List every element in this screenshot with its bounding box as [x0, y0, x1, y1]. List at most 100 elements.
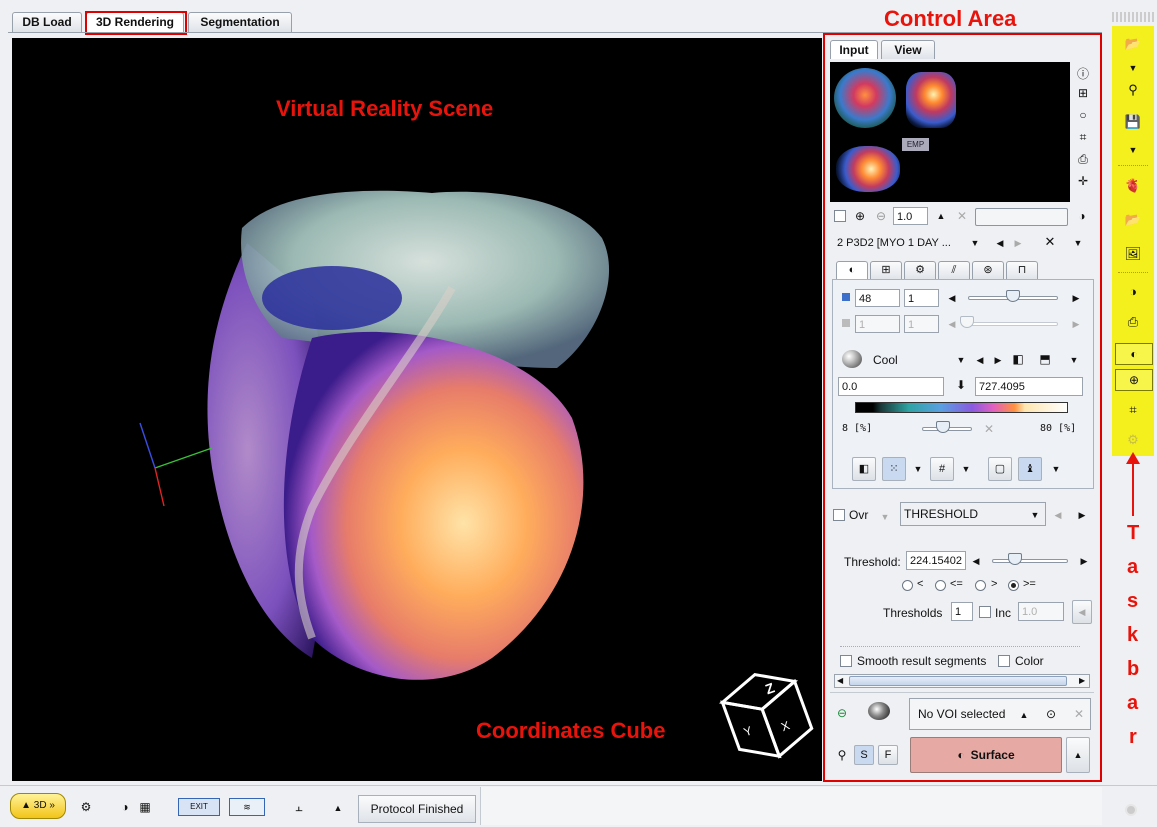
- s-button[interactable]: S: [854, 745, 874, 765]
- colormap-invert-icon[interactable]: ◧: [1010, 352, 1026, 366]
- three-d-button[interactable]: ▲ 3D »: [10, 793, 66, 819]
- tab-fusion[interactable]: ⊛: [972, 261, 1004, 279]
- smooth-checkbox[interactable]: [840, 655, 852, 667]
- scroll-thumb[interactable]: [849, 676, 1067, 686]
- fit-tool-icon[interactable]: ⌗: [1116, 402, 1150, 418]
- thresholds-field[interactable]: 1: [951, 602, 973, 621]
- printer-icon[interactable]: ⎙: [1116, 314, 1150, 330]
- color-checkbox[interactable]: [998, 655, 1010, 667]
- frame-next-icon[interactable]: ▶: [1068, 317, 1084, 331]
- print-icon[interactable]: ⎙: [1075, 152, 1091, 166]
- dots-dropdown-icon[interactable]: ▼: [910, 462, 926, 476]
- colormap-menu-icon[interactable]: ▼: [1066, 353, 1082, 367]
- voi-clear-icon[interactable]: ✕: [1071, 707, 1087, 721]
- fit-icon[interactable]: ⌗: [1075, 130, 1091, 144]
- scroll-left-icon[interactable]: ◀: [837, 675, 843, 687]
- tab-view[interactable]: View: [881, 40, 935, 59]
- circle-icon[interactable]: ○: [1075, 108, 1091, 122]
- tab-segmentation[interactable]: Segmentation: [188, 12, 292, 32]
- capture-icon[interactable]: 🖼: [1116, 246, 1150, 262]
- crosshair-icon[interactable]: ✛: [1075, 174, 1091, 188]
- slice-next-icon[interactable]: ▶: [1068, 291, 1084, 305]
- export-folder-icon[interactable]: 📂: [1116, 212, 1150, 228]
- render-viewport[interactable]: Z X Y Virtual Reality Scene Coordinates …: [12, 38, 822, 781]
- open-folder-icon[interactable]: 📂: [1116, 36, 1150, 52]
- settings-icon[interactable]: ⚙: [1116, 432, 1150, 448]
- radio-le[interactable]: [935, 580, 946, 591]
- radio-gt[interactable]: [975, 580, 986, 591]
- window-reset-icon[interactable]: ✕: [981, 422, 997, 436]
- tool-exit-icon[interactable]: EXIT: [178, 798, 220, 816]
- method-dropdown-icon[interactable]: ▼: [1027, 508, 1043, 522]
- tool-calc-icon[interactable]: ▦: [137, 800, 153, 814]
- pin-tool-icon[interactable]: ⚲: [1116, 82, 1150, 98]
- method-next-icon[interactable]: ▶: [1074, 508, 1090, 522]
- layout-tool-icon[interactable]: ◑: [1116, 284, 1150, 300]
- thumbnail-coronal[interactable]: [836, 146, 900, 192]
- min-value-field[interactable]: 0.0: [838, 377, 944, 396]
- slice-step-field[interactable]: 1: [904, 289, 939, 307]
- thumbnail-transaxial[interactable]: [834, 68, 896, 128]
- slice-field[interactable]: 48: [855, 289, 900, 307]
- voi-toggle-icon[interactable]: ⊖: [834, 706, 850, 720]
- contrast-button[interactable]: ◐: [1115, 343, 1153, 365]
- series-close-icon[interactable]: ✕: [1042, 235, 1058, 249]
- circle-button[interactable]: ▢: [988, 457, 1012, 481]
- inc-checkbox[interactable]: [979, 606, 991, 618]
- figure-button[interactable]: ♝: [1018, 457, 1042, 481]
- radio-ge[interactable]: [1008, 580, 1019, 591]
- threshold-slider-track[interactable]: [992, 559, 1068, 563]
- info-icon[interactable]: ⓘ: [1075, 67, 1091, 81]
- threshold-field[interactable]: 224.15402: [906, 551, 966, 570]
- surface-menu-button[interactable]: ▲: [1066, 737, 1090, 773]
- pin-icon[interactable]: ⚲: [834, 748, 850, 762]
- voi-up-icon[interactable]: ▲: [1016, 708, 1032, 722]
- tool-layout-icon[interactable]: ◑: [117, 800, 133, 814]
- series-next-icon[interactable]: ▶: [1010, 236, 1026, 250]
- frame-step-field[interactable]: 1: [904, 315, 939, 333]
- save-dropdown-icon[interactable]: ▼: [1116, 142, 1150, 158]
- radio-lt[interactable]: [902, 580, 913, 591]
- threshold-next-icon[interactable]: ▶: [1076, 554, 1092, 568]
- tool-gear-icon[interactable]: ⚙: [78, 800, 94, 814]
- zoom-button[interactable]: ⊕: [1115, 369, 1153, 391]
- frame-slider-track[interactable]: [968, 322, 1058, 326]
- zoom-checkbox[interactable]: [834, 210, 846, 222]
- max-lock-icon[interactable]: ⬇: [953, 378, 969, 392]
- horizontal-scrollbar[interactable]: ◀ ▶: [834, 674, 1090, 688]
- display-mode-button[interactable]: ◧: [852, 457, 876, 481]
- tab-3d-rendering[interactable]: 3D Rendering: [86, 12, 184, 32]
- colormap-next-icon[interactable]: ▶: [990, 353, 1006, 367]
- surface-button[interactable]: ◐ Surface: [910, 737, 1062, 773]
- tab-extra[interactable]: ⊓: [1006, 261, 1038, 279]
- zoom-in-icon[interactable]: ⊕: [852, 209, 868, 223]
- threshold-prev-icon[interactable]: ◀: [968, 554, 984, 568]
- f-button[interactable]: F: [878, 745, 898, 765]
- zoom-out-icon[interactable]: ⊖: [873, 209, 889, 223]
- layout-icon[interactable]: ⊞: [1075, 86, 1091, 100]
- save-icon[interactable]: 💾: [1116, 114, 1150, 130]
- frame-field[interactable]: 1: [855, 315, 900, 333]
- brain-icon[interactable]: [868, 702, 890, 720]
- tool-slice-icon[interactable]: ≋: [229, 798, 265, 816]
- dots-button[interactable]: ⁙: [882, 457, 906, 481]
- open-dropdown-icon[interactable]: ▼: [1116, 60, 1150, 76]
- inc-prev-button[interactable]: ◀: [1072, 600, 1092, 624]
- thumbnail-sagittal[interactable]: [906, 72, 956, 128]
- tab-input[interactable]: Input: [830, 40, 878, 59]
- tab-grid[interactable]: ⊞: [870, 261, 902, 279]
- zoom-up-icon[interactable]: ▲: [933, 209, 949, 223]
- tab-db-load[interactable]: DB Load: [12, 12, 82, 32]
- voi-more-icon[interactable]: ⊙: [1043, 707, 1059, 721]
- inc-field[interactable]: 1.0: [1018, 602, 1064, 621]
- colormap-dropdown-icon[interactable]: ▼: [953, 353, 969, 367]
- method-prev-icon[interactable]: ◀: [1050, 508, 1066, 522]
- zoom-field[interactable]: 1.0: [893, 207, 928, 225]
- slice-prev-icon[interactable]: ◀: [944, 291, 960, 305]
- ovr-checkbox[interactable]: [833, 509, 845, 521]
- figure-dropdown-icon[interactable]: ▼: [1048, 462, 1064, 476]
- zoom-tool-icon[interactable]: ◑: [1074, 209, 1090, 223]
- tab-color[interactable]: ◐: [836, 261, 868, 279]
- series-selector[interactable]: 2 P3D2 [MYO 1 DAY ...: [834, 233, 982, 253]
- grid-overlay-button[interactable]: #: [930, 457, 954, 481]
